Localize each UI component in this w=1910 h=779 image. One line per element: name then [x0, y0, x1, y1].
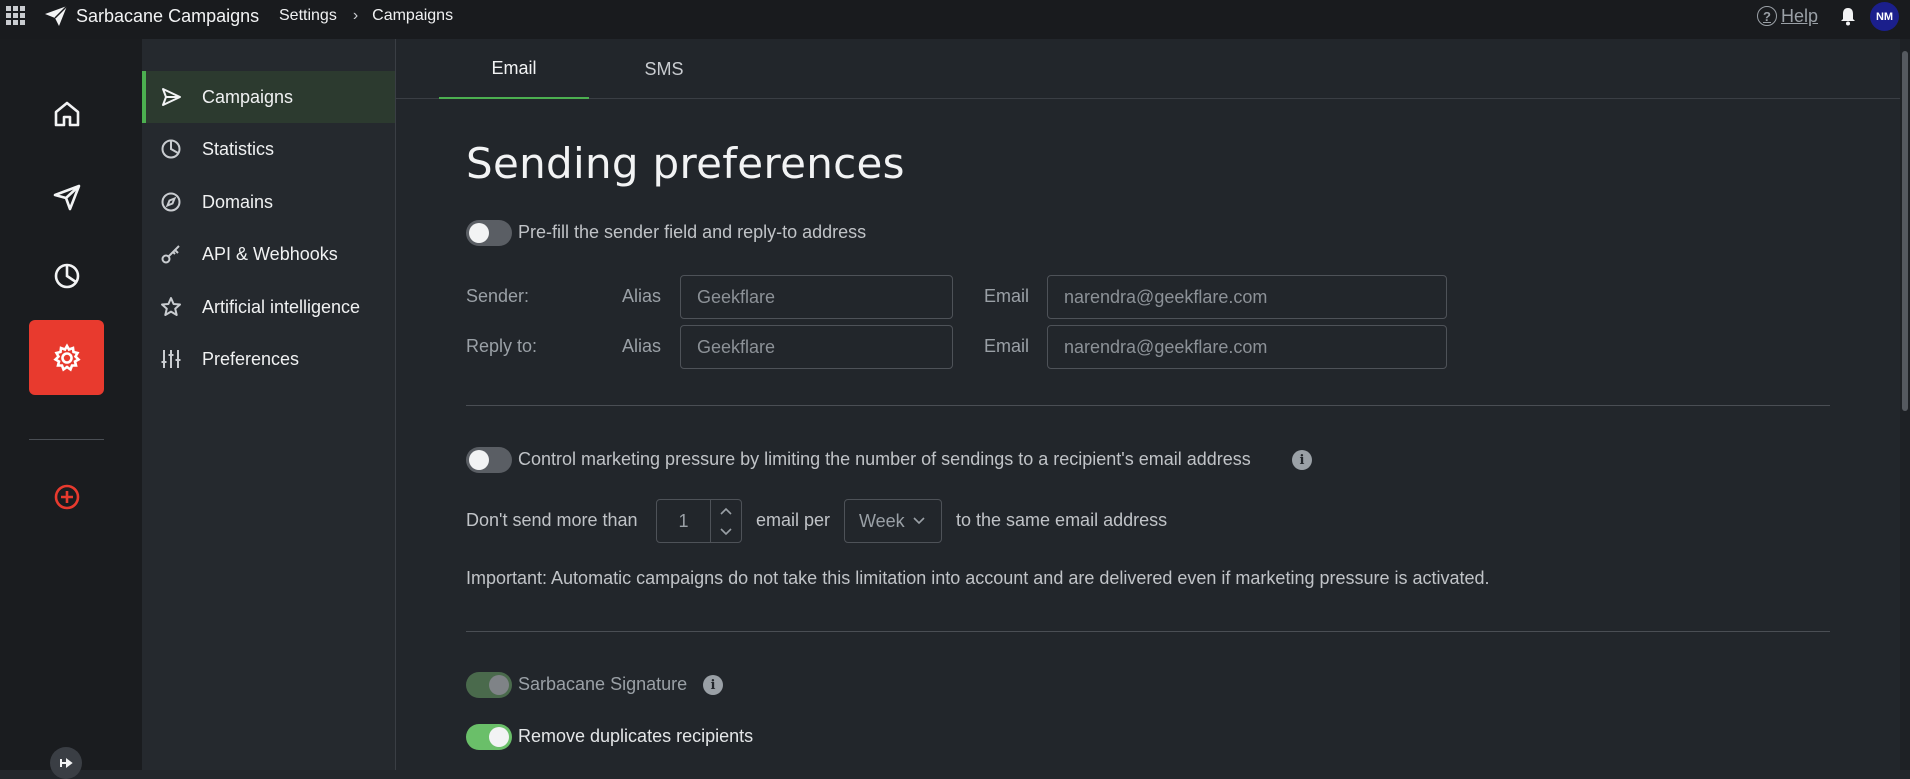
subnav-label: Artificial intelligence: [202, 296, 361, 317]
sender-email-label: Email: [984, 286, 1030, 306]
sender-alias-label: Alias: [622, 286, 662, 306]
channel-tabs: Email SMS: [396, 39, 1900, 99]
collapse-pin-button[interactable]: [50, 747, 82, 779]
main-content: Email SMS Sending preferences Pre-fill t…: [396, 39, 1900, 770]
signature-label: Sarbacane Signature: [518, 674, 688, 694]
send-icon: [162, 88, 181, 106]
compass-icon: [161, 192, 181, 212]
icon-rail: [0, 39, 142, 779]
paper-plane-logo-icon: [45, 5, 68, 26]
limit-stepper[interactable]: 1: [656, 499, 742, 543]
stepper-down-icon[interactable]: [711, 521, 741, 542]
scrollbar-thumb[interactable]: [1902, 51, 1908, 411]
period-value: Week: [859, 510, 905, 531]
rail-settings-button[interactable]: [29, 320, 104, 395]
info-icon[interactable]: i: [1292, 450, 1312, 470]
help-label: Help: [1781, 5, 1819, 26]
avatar[interactable]: NM: [1870, 2, 1899, 31]
same-address-label: to the same email address: [956, 510, 1168, 530]
subnav-item-preferences[interactable]: Preferences: [142, 333, 395, 385]
subnav-label: Statistics: [202, 138, 275, 159]
breadcrumb-settings[interactable]: Settings: [279, 7, 337, 25]
toggle-knob: [489, 727, 509, 747]
replyto-label: Reply to:: [466, 336, 538, 356]
gear-icon: [52, 342, 81, 372]
tab-email[interactable]: Email: [439, 39, 589, 99]
important-note: Important: Automatic campaigns do not ta…: [466, 568, 1490, 588]
subnav-item-campaigns[interactable]: Campaigns: [142, 71, 395, 123]
rail-divider: [29, 439, 104, 440]
subnav-label: Domains: [202, 191, 274, 212]
scrollbar[interactable]: [1900, 39, 1910, 770]
signature-toggle[interactable]: [466, 672, 512, 698]
toggle-knob: [469, 223, 489, 243]
pressure-label: Control marketing pressure by limiting t…: [518, 449, 1251, 469]
send-icon: [53, 184, 80, 210]
rail-add-button[interactable]: [29, 459, 104, 534]
help-link[interactable]: ? Help: [1757, 4, 1818, 28]
apps-grid-icon[interactable]: [4, 4, 26, 26]
app-name: Sarbacane Campaigns: [76, 5, 260, 26]
top-bar: Sarbacane Campaigns Settings › Campaigns…: [0, 0, 1910, 39]
rail-statistics-button[interactable]: [29, 238, 104, 313]
replyto-alias-input[interactable]: [680, 325, 953, 369]
pin-icon: [60, 758, 73, 768]
sender-alias-input[interactable]: [680, 275, 953, 319]
subnav-label: Preferences: [202, 348, 300, 369]
page-title: Sending preferences: [466, 139, 905, 188]
duplicates-toggle[interactable]: [466, 724, 512, 750]
rail-home-button[interactable]: [29, 76, 104, 151]
limit-value[interactable]: 1: [657, 500, 711, 542]
section-divider: [466, 631, 1830, 632]
breadcrumb: Settings › Campaigns: [279, 4, 453, 28]
brand[interactable]: Sarbacane Campaigns: [44, 4, 259, 28]
tab-sms[interactable]: SMS: [589, 39, 739, 99]
pie-chart-icon: [161, 139, 181, 159]
chevron-down-icon: [913, 517, 925, 525]
add-circle-icon: [54, 484, 79, 509]
bell-icon[interactable]: [1839, 6, 1857, 26]
info-icon[interactable]: i: [703, 675, 723, 695]
prefill-label: Pre-fill the sender field and reply-to a…: [518, 222, 867, 242]
help-icon: ?: [1757, 6, 1777, 26]
replyto-alias-label: Alias: [622, 336, 662, 356]
dont-send-label: Don't send more than: [466, 510, 638, 530]
settings-subnav: Campaigns Statistics Domains API & Webho…: [142, 39, 396, 770]
duplicates-label: Remove duplicates recipients: [518, 726, 754, 746]
email-per-label: email per: [756, 510, 831, 530]
sender-label: Sender:: [466, 286, 530, 306]
section-divider: [466, 405, 1830, 406]
rail-campaigns-button[interactable]: [29, 159, 104, 234]
toggle-knob: [489, 675, 509, 695]
sender-email-input[interactable]: [1047, 275, 1447, 319]
star-icon: [161, 297, 181, 316]
pie-chart-icon: [54, 263, 79, 288]
subnav-item-artificial-intelligence[interactable]: Artificial intelligence: [142, 281, 395, 333]
replyto-email-label: Email: [984, 336, 1030, 356]
period-select[interactable]: Week: [844, 499, 942, 543]
toggle-knob: [469, 450, 489, 470]
sliders-icon: [161, 350, 181, 368]
stepper-up-icon[interactable]: [711, 500, 741, 521]
home-icon: [54, 101, 79, 126]
subnav-label: Campaigns: [202, 86, 294, 107]
subnav-item-api-webhooks[interactable]: API & Webhooks: [142, 228, 395, 280]
key-icon: [161, 245, 180, 264]
replyto-email-input[interactable]: [1047, 325, 1447, 369]
subnav-label: API & Webhooks: [202, 243, 338, 264]
subnav-item-domains[interactable]: Domains: [142, 176, 395, 228]
breadcrumb-chevron-icon: ›: [352, 7, 359, 24]
breadcrumb-campaigns: Campaigns: [372, 7, 454, 24]
pressure-toggle[interactable]: [466, 447, 512, 473]
subnav-item-statistics[interactable]: Statistics: [142, 123, 395, 175]
prefill-toggle[interactable]: [466, 220, 512, 246]
